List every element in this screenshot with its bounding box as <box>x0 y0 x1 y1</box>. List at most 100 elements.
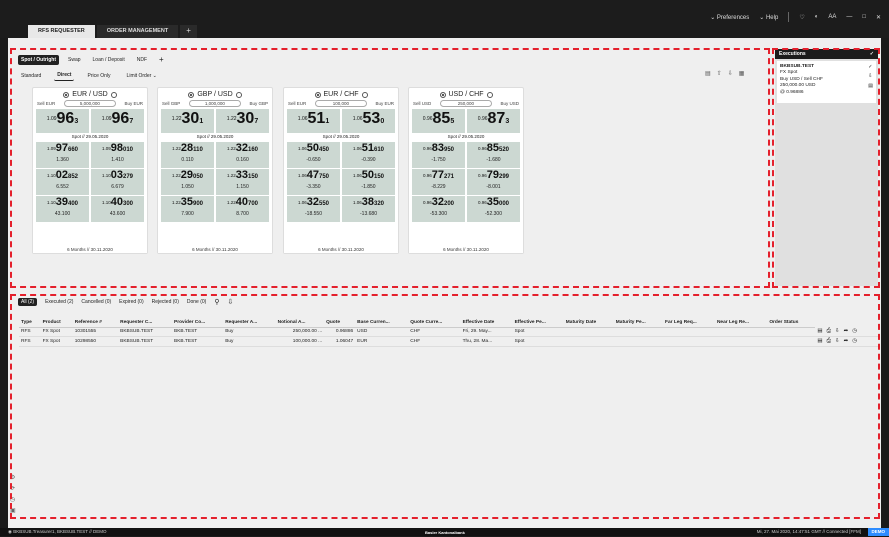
share-icon[interactable]: ➦ <box>844 338 849 345</box>
column-header[interactable]: Requester C... <box>118 318 172 327</box>
forward-bid-button[interactable]: 1.103940043.100 <box>36 196 89 222</box>
blotter-tab-all[interactable]: All (2) <box>18 298 37 306</box>
spot-bid-button[interactable]: 1.06511 <box>287 109 340 133</box>
forward-bid-button[interactable]: 0.9677271-8.229 <box>412 169 465 195</box>
blotter-tab-executed[interactable]: Executed (2) <box>45 299 73 305</box>
print-icon[interactable]: ▤ <box>868 83 873 89</box>
forward-ask-button[interactable]: 0.9685520-1.680 <box>467 142 520 168</box>
forward-ask-button[interactable]: 1.09980101.410 <box>91 142 144 168</box>
blotter-tab-rejected[interactable]: Rejected (0) <box>152 299 179 305</box>
spot-bid-button[interactable]: 1.09963 <box>36 109 89 133</box>
column-header[interactable]: Effective Pe... <box>513 318 564 327</box>
forward-ask-button[interactable]: 1.22407008.700 <box>216 196 269 222</box>
column-header[interactable]: Reference # <box>73 318 118 327</box>
forward-ask-button[interactable]: 1.22331501.150 <box>216 169 269 195</box>
forward-bid-button[interactable]: 0.9632200-53.300 <box>412 196 465 222</box>
restore-icon[interactable]: □ <box>862 14 866 20</box>
spot-bid-button[interactable]: 0.96855 <box>412 109 465 133</box>
notional-input[interactable]: 5,000,000 <box>64 100 116 107</box>
forward-bid-button[interactable]: 1.0632550-18.550 <box>287 196 340 222</box>
product-swap[interactable]: Swap <box>65 55 84 65</box>
settings-icon[interactable]: ⚙ <box>10 474 16 481</box>
layout-icon[interactable]: ▦ <box>739 70 745 77</box>
forward-bid-button[interactable]: 0.9683950-1.750 <box>412 142 465 168</box>
refresh-icon[interactable]: ⟳ <box>10 485 16 492</box>
search-icon[interactable]: ⚲ <box>214 298 219 306</box>
sell-radio[interactable] <box>315 92 321 98</box>
column-header[interactable]: Requester A... <box>223 318 275 327</box>
tab-order-management[interactable]: ORDER MANAGEMENT <box>97 25 178 38</box>
forward-bid-button[interactable]: 1.0650450-0.650 <box>287 142 340 168</box>
forward-bid-button[interactable]: 1.22359007.900 <box>161 196 214 222</box>
column-header[interactable]: Maturity Pe... <box>614 318 663 327</box>
column-header[interactable]: Order Status <box>767 318 815 327</box>
document-icon[interactable]: ▤ <box>817 338 822 345</box>
forward-bid-button[interactable]: 1.0647750-3.350 <box>287 169 340 195</box>
column-header[interactable]: Product <box>41 318 73 327</box>
print-icon[interactable]: ⎙ <box>827 328 831 335</box>
help-menu[interactable]: ⌄ Help <box>759 14 778 21</box>
sell-radio[interactable] <box>63 92 69 98</box>
buy-radio[interactable] <box>487 92 493 98</box>
forward-ask-button[interactable]: 1.0638320-13.680 <box>342 196 395 222</box>
sell-radio[interactable] <box>440 92 446 98</box>
window-icon[interactable]: ▣ <box>10 507 16 514</box>
spot-ask-button[interactable]: 1.22307 <box>216 109 269 133</box>
tab-rfs-requester[interactable]: RFS REQUESTER <box>28 25 95 38</box>
buy-radio[interactable] <box>236 92 242 98</box>
font-size-button[interactable]: AA <box>828 14 836 20</box>
upload-icon[interactable]: ⇧ <box>717 70 722 77</box>
share-icon[interactable]: ➦ <box>844 328 849 335</box>
add-product-button[interactable]: + <box>156 53 167 66</box>
mode-price-only[interactable]: Price Only <box>84 71 113 81</box>
download-icon[interactable]: ⇩ <box>227 298 233 306</box>
forward-bid-button[interactable]: 1.22281100.110 <box>161 142 214 168</box>
blotter-tab-cancelled[interactable]: Cancelled (0) <box>81 299 111 305</box>
clock-icon[interactable]: ◷ <box>10 496 16 503</box>
execution-card[interactable]: BKBSUB.TEST FX Spot Buy USD / Sell CHF 2… <box>777 61 876 103</box>
document-icon[interactable]: ▤ <box>817 328 822 335</box>
table-row[interactable]: RFSFX Spot10298550BKBSUB.TESTBKB.TESTBuy… <box>19 337 879 347</box>
product-spot-outright[interactable]: Spot / Outright <box>18 55 59 65</box>
column-header[interactable]: Provider Co... <box>172 318 223 327</box>
blotter-tab-done[interactable]: Done (0) <box>187 299 206 305</box>
confirm-icon[interactable]: ✓ <box>868 64 873 70</box>
product-loan-deposit[interactable]: Loan / Deposit <box>90 55 128 65</box>
table-row[interactable]: RFSFX Spot10301555BKBSUB.TESTBKB.TESTBuy… <box>19 327 879 337</box>
history-icon[interactable]: ◷ <box>852 328 857 335</box>
column-header[interactable]: Quote Curre... <box>408 318 460 327</box>
spot-ask-button[interactable]: 0.96873 <box>467 109 520 133</box>
forward-ask-button[interactable]: 1.104030043.600 <box>91 196 144 222</box>
column-header[interactable]: Type <box>19 318 41 327</box>
forward-ask-button[interactable]: 1.0650150-1.850 <box>342 169 395 195</box>
forward-bid-button[interactable]: 1.10028526.552 <box>36 169 89 195</box>
buy-radio[interactable] <box>111 92 117 98</box>
minimize-icon[interactable]: — <box>846 14 852 20</box>
forward-bid-button[interactable]: 1.22290501.050 <box>161 169 214 195</box>
column-header[interactable]: Near Leg Re... <box>715 318 767 327</box>
column-header[interactable]: Far Leg Req... <box>663 318 715 327</box>
column-header[interactable]: Effective Date <box>461 318 513 327</box>
mode-limit-order[interactable]: Limit Order ⌄ <box>124 71 160 81</box>
forward-ask-button[interactable]: 0.9679299-8.001 <box>467 169 520 195</box>
blotter-tab-expired[interactable]: Expired (0) <box>119 299 143 305</box>
sell-radio[interactable] <box>188 92 194 98</box>
column-header[interactable]: Base Curren... <box>355 318 408 327</box>
forward-ask-button[interactable]: 1.0651610-0.390 <box>342 142 395 168</box>
check-icon[interactable]: ✓ <box>870 51 874 57</box>
forward-ask-button[interactable]: 1.10032796.679 <box>91 169 144 195</box>
product-ndf[interactable]: NDF <box>134 55 150 65</box>
mode-direct[interactable]: Direct <box>54 70 74 81</box>
column-header[interactable]: Quote <box>324 318 355 327</box>
theme-icon[interactable]: ◐ <box>815 14 819 20</box>
history-icon[interactable]: ◷ <box>852 338 857 345</box>
column-header[interactable]: Notional A... <box>276 318 324 327</box>
add-tab-button[interactable]: + <box>180 25 197 38</box>
download-icon[interactable]: ⇩ <box>835 338 840 345</box>
preferences-menu[interactable]: ⌄ Preferences <box>710 14 749 21</box>
notional-input[interactable]: 100,000 <box>315 100 367 107</box>
download-icon[interactable]: ⇩ <box>728 70 733 77</box>
close-icon[interactable]: ✕ <box>876 14 881 21</box>
buy-radio[interactable] <box>362 92 368 98</box>
download-icon[interactable]: ⇩ <box>835 328 840 335</box>
